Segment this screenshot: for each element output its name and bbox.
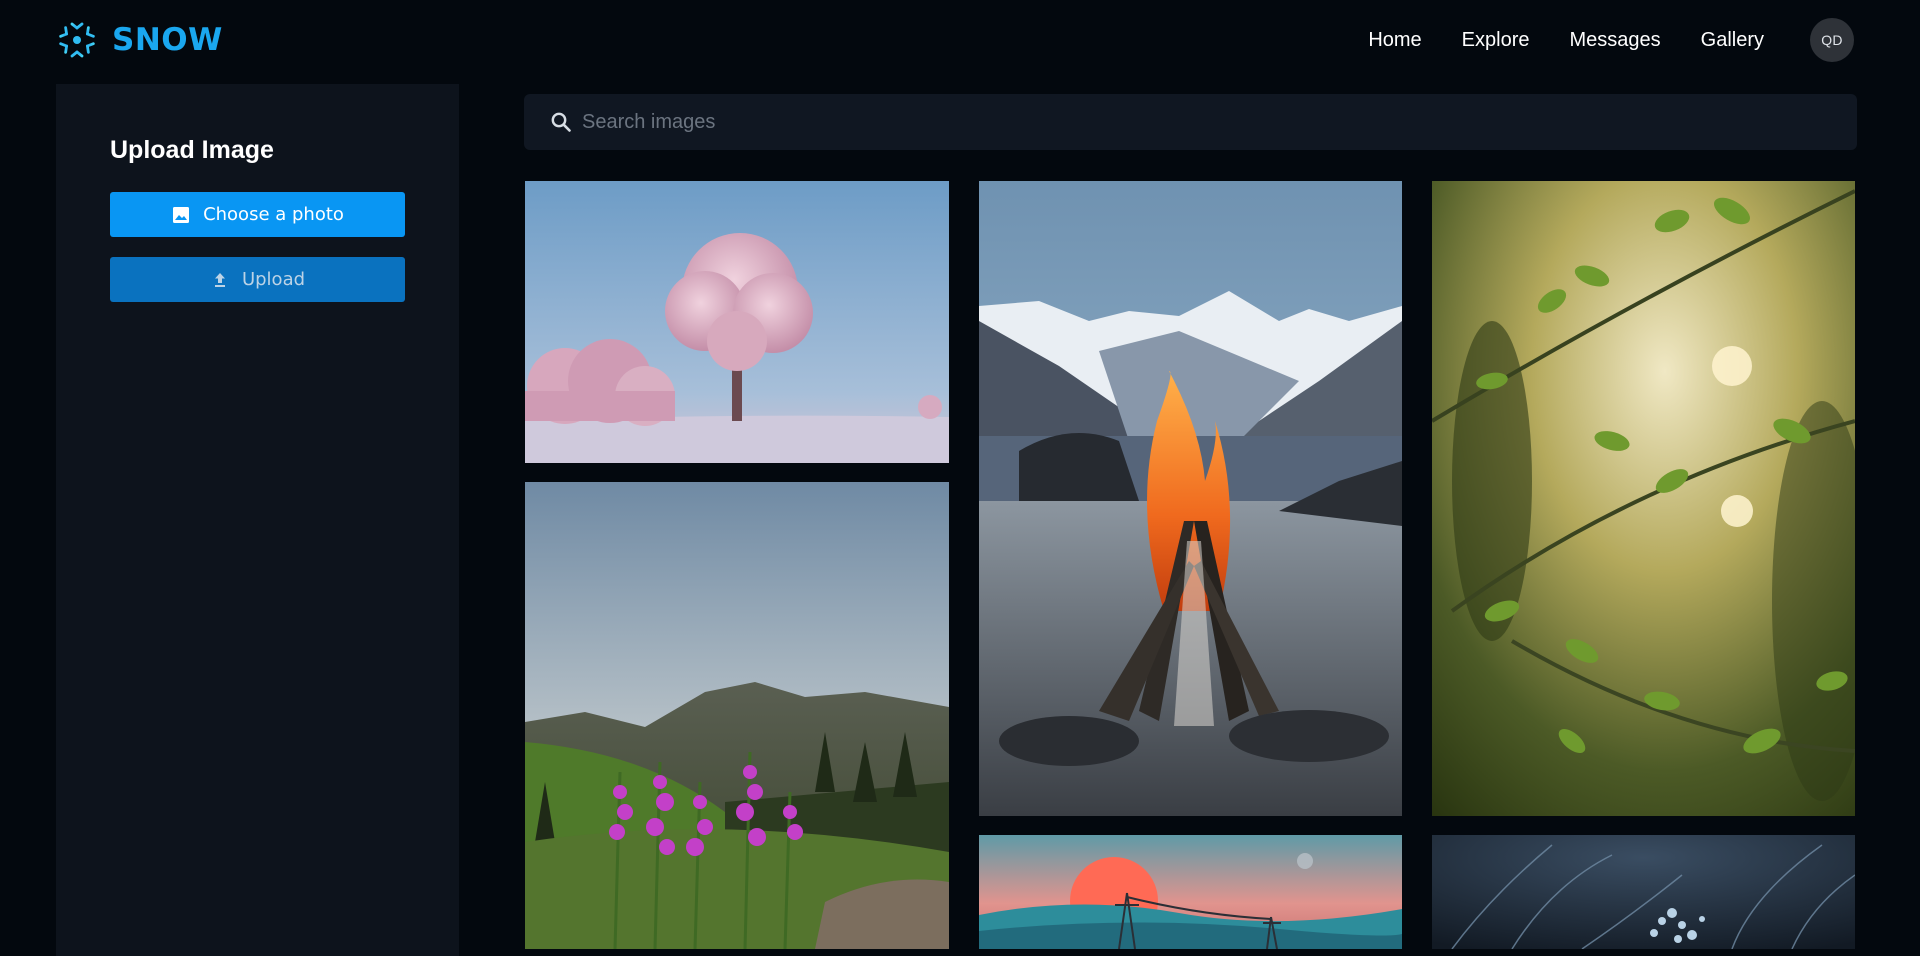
nav-messages[interactable]: Messages: [1569, 29, 1660, 52]
gallery-image-sunset[interactable]: [979, 835, 1402, 949]
gallery-image-frost[interactable]: [1432, 835, 1855, 949]
gallery-image-leaves[interactable]: [1432, 181, 1855, 816]
nav-gallery[interactable]: Gallery: [1701, 29, 1764, 52]
photo-leaves: [1432, 181, 1855, 816]
photo-campfire: [979, 181, 1402, 816]
nav-explore[interactable]: Explore: [1462, 29, 1530, 52]
choose-photo-button[interactable]: Choose a photo: [110, 192, 405, 237]
gallery-image-wildflowers[interactable]: [525, 482, 949, 949]
gallery-image-snow-tree[interactable]: [525, 181, 949, 463]
brand-name: SNOW: [112, 22, 223, 58]
top-bar: SNOW Home Explore Messages Gallery QD: [0, 0, 1920, 80]
upload-sidebar: Upload Image Choose a photo Upload: [56, 84, 459, 956]
search-icon: [550, 111, 572, 133]
upload-title: Upload Image: [110, 136, 274, 164]
search-bar: [524, 94, 1857, 150]
image-icon: [171, 205, 191, 225]
search-input[interactable]: [582, 94, 1832, 150]
upload-button[interactable]: Upload: [110, 257, 405, 302]
choose-photo-label: Choose a photo: [203, 204, 344, 225]
photo-wildflowers: [525, 482, 949, 949]
user-avatar[interactable]: QD: [1810, 18, 1854, 62]
upload-arrow-icon: [210, 270, 230, 290]
main-nav: Home Explore Messages Gallery QD: [1368, 18, 1854, 62]
photo-sunset: [979, 835, 1402, 949]
photo-snow-tree: [525, 181, 949, 463]
photo-frost: [1432, 835, 1855, 949]
brand-logo[interactable]: SNOW: [56, 18, 223, 62]
snowflake-icon: [56, 19, 98, 61]
gallery-image-campfire[interactable]: [979, 181, 1402, 816]
nav-home[interactable]: Home: [1368, 29, 1421, 52]
upload-label: Upload: [241, 269, 306, 290]
